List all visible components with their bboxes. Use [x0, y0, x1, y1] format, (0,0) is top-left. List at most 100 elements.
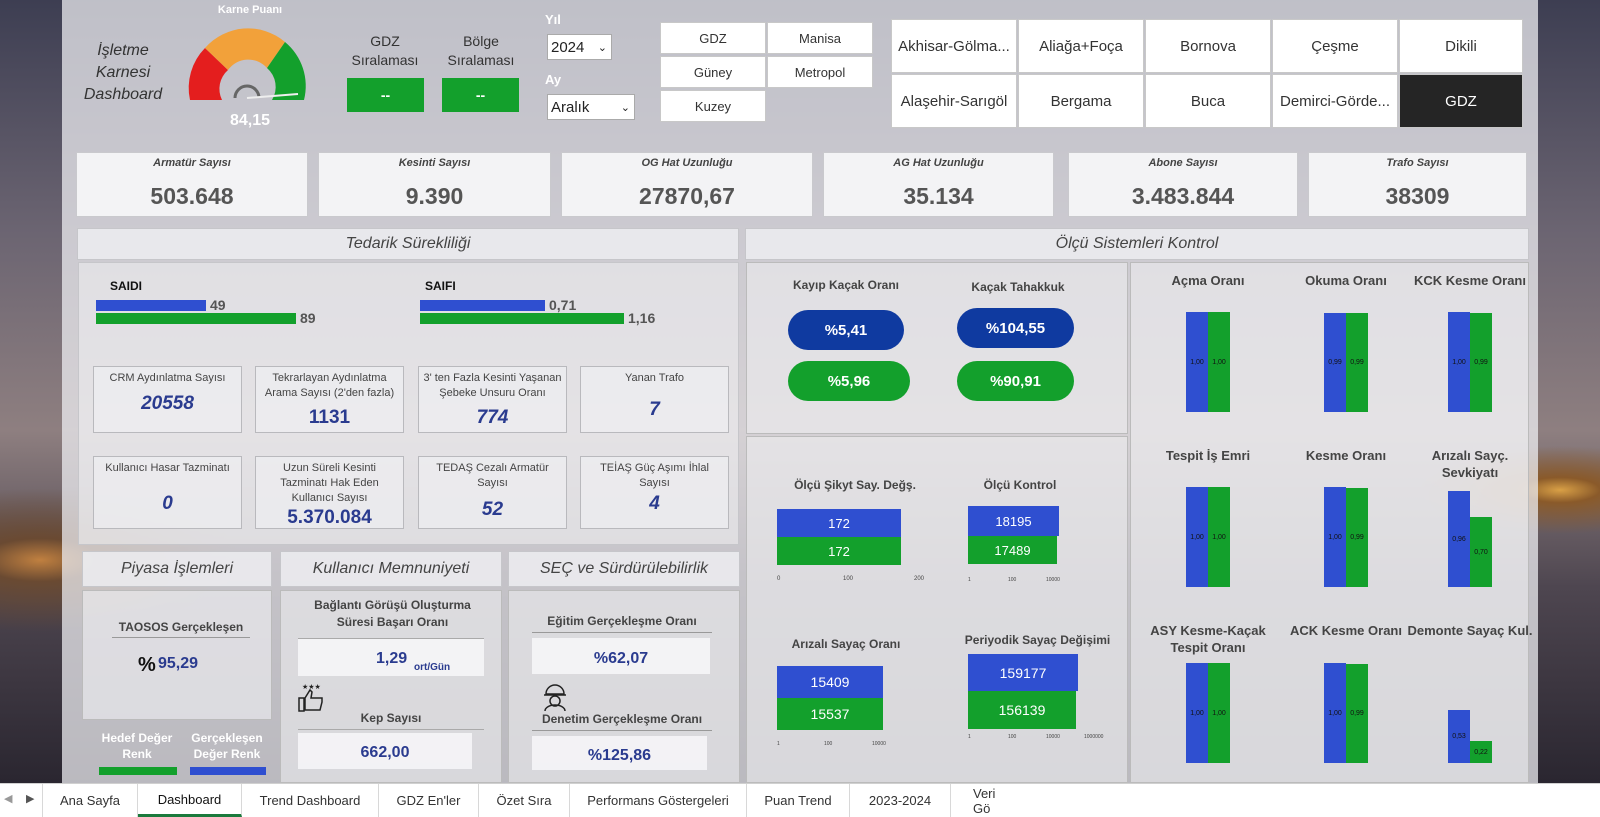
- ratio-bar-blue: 1,00: [1324, 663, 1346, 763]
- district-button[interactable]: Bergama: [1018, 74, 1144, 128]
- district-button[interactable]: Dikili: [1399, 19, 1523, 73]
- district-button[interactable]: Alaşehir-Sarıgöl: [891, 74, 1017, 128]
- legend-target-label: Hedef Değer Renk: [101, 731, 173, 761]
- faulty-bar-green: 15537: [777, 698, 883, 730]
- gauge-center: [233, 84, 261, 99]
- district-button[interactable]: Buca: [1145, 74, 1271, 128]
- ratio-title: KCK Kesme Oranı: [1414, 273, 1526, 288]
- ratio-title: Kesme Oranı: [1305, 448, 1387, 463]
- axis-tick: 100: [824, 741, 833, 747]
- loss-rate-title: Kayıp Kaçak Oranı: [792, 278, 900, 292]
- kpi-value: 503.648: [150, 183, 234, 209]
- axis-tick: 1: [777, 741, 780, 747]
- section-header-market: Piyasa İşlemleri: [82, 551, 272, 587]
- kpi-card-ag-hat: AG Hat Uzunluğu 35.134: [823, 152, 1054, 217]
- ratio-bar-blue: 0,53: [1448, 710, 1470, 763]
- saifi-chart: 0,71 1,16: [420, 297, 680, 334]
- hbar-label: 89: [300, 310, 316, 326]
- legend-target-swatch: [99, 767, 177, 775]
- card-title: CRM Aydınlatma Sayısı: [109, 372, 226, 384]
- card-title: Uzun Süreli Kesinti Tazminatı Hak Eden K…: [280, 462, 379, 504]
- tab-veri[interactable]: Veri Gö: [951, 784, 1011, 817]
- ratio-bar-blue: 1,00: [1186, 663, 1208, 763]
- ratio-bar-blue: 1,00: [1324, 487, 1346, 587]
- year-dropdown[interactable]: 2024 ⌄: [547, 34, 612, 60]
- control-bar-blue: 18195: [968, 506, 1059, 536]
- card-value: 7: [649, 399, 660, 420]
- district-button[interactable]: Akhisar-Gölma...: [891, 19, 1017, 73]
- axis-tick: 0: [777, 576, 781, 582]
- kpi-label: AG Hat Uzunluğu: [893, 157, 984, 169]
- card-value: 52: [481, 499, 504, 520]
- taosos-prefix: %: [138, 654, 156, 676]
- legend-actual-label: Gerçekleşen Değer Renk: [191, 731, 263, 761]
- region-button-gdz[interactable]: GDZ: [660, 22, 766, 54]
- complaint-bar-blue: 172: [777, 509, 901, 537]
- kpi-value: 38309: [1385, 183, 1450, 209]
- tab-trend-dashboard[interactable]: Trend Dashboard: [242, 784, 379, 817]
- district-button[interactable]: Demirci-Görde...: [1272, 74, 1398, 128]
- control-title: Ölçü Kontrol: [983, 478, 1057, 492]
- ratio-title: Okuma Oranı: [1305, 273, 1387, 288]
- axis-tick: 10000: [872, 741, 886, 747]
- region-rank-label: Bölge Sıralaması: [436, 32, 526, 70]
- ratio-title: Açma Oranı: [1171, 273, 1245, 288]
- month-value: Aralık: [551, 98, 590, 116]
- ratio-bar-green: 0,99: [1346, 313, 1368, 412]
- tab-ana-sayfa[interactable]: Ana Sayfa: [42, 784, 138, 817]
- district-button[interactable]: Aliağa+Foça: [1018, 19, 1144, 73]
- info-card: Yanan Trafo 7: [580, 366, 729, 433]
- tab-2023-2024[interactable]: 2023-2024: [850, 784, 951, 817]
- connection-unit: ort/Gün: [414, 662, 451, 673]
- month-dropdown[interactable]: Aralık ⌄: [547, 94, 635, 120]
- tab-scroll-right-icon[interactable]: ▶: [26, 792, 34, 805]
- label-line: Sıralaması: [351, 52, 419, 68]
- region-button-metropol[interactable]: Metropol: [767, 56, 873, 88]
- section-header-supply: Tedarik Sürekliliği: [77, 228, 739, 260]
- label-line: GDZ: [370, 33, 400, 49]
- tab-gdz-enler[interactable]: GDZ En'ler: [379, 784, 479, 817]
- kpi-label: Armatür Sayısı: [153, 157, 231, 169]
- kpi-label: Abone Sayısı: [1148, 157, 1218, 169]
- info-card: CRM Aydınlatma Sayısı 20558: [93, 366, 242, 433]
- ratio-title: Arızalı Sayç. Sevkiyatı: [1431, 448, 1509, 480]
- theft-accrual-actual: %104,55: [957, 308, 1074, 348]
- district-button-selected[interactable]: GDZ: [1399, 74, 1523, 128]
- info-card: Uzun Süreli Kesinti Tazminatı Hak Eden K…: [255, 456, 404, 529]
- gdz-rank-label: GDZ Sıralaması: [340, 32, 430, 70]
- region-rank-value: --: [442, 78, 519, 112]
- district-button[interactable]: Bornova: [1145, 19, 1271, 73]
- card-title: Yanan Trafo: [624, 372, 685, 384]
- kpi-label: Trafo Sayısı: [1386, 157, 1449, 169]
- card-value: 4: [649, 493, 660, 514]
- title-line: Dashboard: [83, 86, 163, 103]
- kpi-value: 3.483.844: [1131, 183, 1235, 209]
- district-button[interactable]: Çeşme: [1272, 19, 1398, 73]
- region-button-kuzey[interactable]: Kuzey: [660, 90, 766, 122]
- card-title: 3' ten Fazla Kesinti Yaşanan Şebeke Unsu…: [423, 372, 562, 399]
- region-button-manisa[interactable]: Manisa: [767, 22, 873, 54]
- tab-dashboard[interactable]: Dashboard: [138, 784, 242, 817]
- ratio-bar-green: 0,99: [1346, 488, 1368, 587]
- kpi-card-abone: Abone Sayısı 3.483.844: [1068, 152, 1298, 217]
- axis-tick: 100: [843, 576, 854, 582]
- complaint-bar-green: 172: [777, 537, 901, 565]
- tab-ozet-sira[interactable]: Özet Sıra: [479, 784, 570, 817]
- card-title: Tekrarlayan Aydınlatma Arama Sayısı (2'd…: [264, 372, 395, 399]
- loss-rate-target: %5,96: [788, 361, 910, 401]
- region-button-guney[interactable]: Güney: [660, 56, 766, 88]
- axis-tick: 200: [914, 576, 925, 582]
- tab-performans[interactable]: Performans Göstergeleri: [570, 784, 747, 817]
- ratio-title: ASY Kesme-Kaçak Tespit Oranı: [1150, 623, 1266, 655]
- kpi-label: OG Hat Uzunluğu: [641, 157, 733, 169]
- hbar-label: 49: [210, 297, 226, 313]
- tab-puan-trend[interactable]: Puan Trend: [747, 784, 850, 817]
- taosos-title: TAOSOS Gerçekleşen: [112, 620, 250, 638]
- title-line: İşletme: [97, 42, 149, 59]
- ratio-bar-green: 0,22: [1470, 741, 1492, 763]
- ratio-title: Tespit İş Emri: [1165, 448, 1251, 463]
- ratio-bar-blue: 0,99: [1324, 313, 1346, 412]
- tab-scroll-left-icon[interactable]: ◀: [4, 792, 12, 805]
- chevron-down-icon: ⌄: [597, 41, 607, 54]
- hbar-blue: [96, 300, 206, 311]
